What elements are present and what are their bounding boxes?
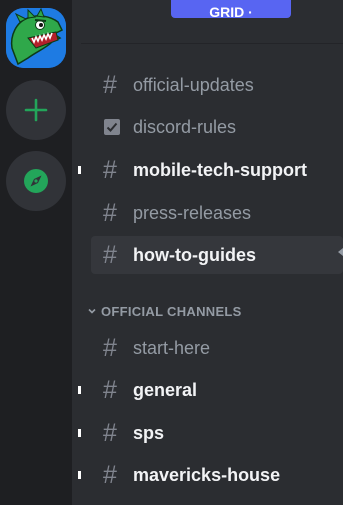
channel-general[interactable]: # general — [91, 371, 343, 409]
compass-icon — [24, 169, 48, 193]
channel-mavericks-house[interactable]: # mavericks-house — [91, 456, 343, 494]
hash-icon: # — [103, 419, 117, 447]
category-label: OFFICIAL CHANNELS — [101, 304, 242, 319]
server-rail — [0, 0, 72, 505]
dinosaur-server-icon[interactable] — [6, 8, 66, 68]
channel-start-here[interactable]: # start-here — [91, 329, 343, 367]
hash-icon: # — [103, 156, 117, 184]
channel-list: GRID · # official-updates discord-rules … — [81, 0, 343, 505]
add-server-button[interactable] — [6, 80, 66, 140]
channel-sps[interactable]: # sps — [91, 414, 343, 452]
channel-label: sps — [133, 423, 165, 443]
hash-icon: # — [103, 461, 117, 489]
channel-official-updates[interactable]: # official-updates — [91, 66, 343, 104]
channel-mobile-tech-support[interactable]: # mobile-tech-support — [91, 151, 343, 189]
channel-discord-rules[interactable]: discord-rules — [91, 108, 343, 146]
category-official-channels[interactable]: OFFICIAL CHANNELS — [85, 302, 335, 322]
header-action-button[interactable]: GRID · — [171, 0, 291, 18]
channel-label: how-to-guides — [133, 245, 256, 265]
plus-icon — [24, 98, 48, 122]
channel-label: official-updates — [133, 75, 254, 95]
channel-how-to-guides[interactable]: # how-to-guides — [91, 236, 343, 274]
explore-servers-button[interactable] — [6, 151, 66, 211]
hash-icon: # — [103, 71, 117, 99]
channel-label: general — [133, 380, 198, 400]
rules-checkbox-icon — [104, 119, 120, 135]
channel-label: mobile-tech-support — [133, 160, 307, 180]
selected-indicator — [338, 248, 343, 256]
dinosaur-icon — [6, 8, 66, 68]
hash-icon: # — [103, 334, 117, 362]
channel-label: discord-rules — [133, 117, 237, 137]
channel-list-header: GRID · — [81, 0, 343, 44]
channel-press-releases[interactable]: # press-releases — [91, 194, 343, 232]
channel-label: start-here — [133, 338, 211, 358]
hash-icon: # — [103, 199, 117, 227]
hash-icon: # — [103, 241, 117, 269]
channel-label: mavericks-house — [133, 465, 281, 485]
channel-label: press-releases — [133, 203, 252, 223]
discord-app: GRID · # official-updates discord-rules … — [0, 0, 343, 505]
hash-icon: # — [103, 376, 117, 404]
chevron-down-icon — [88, 308, 96, 314]
